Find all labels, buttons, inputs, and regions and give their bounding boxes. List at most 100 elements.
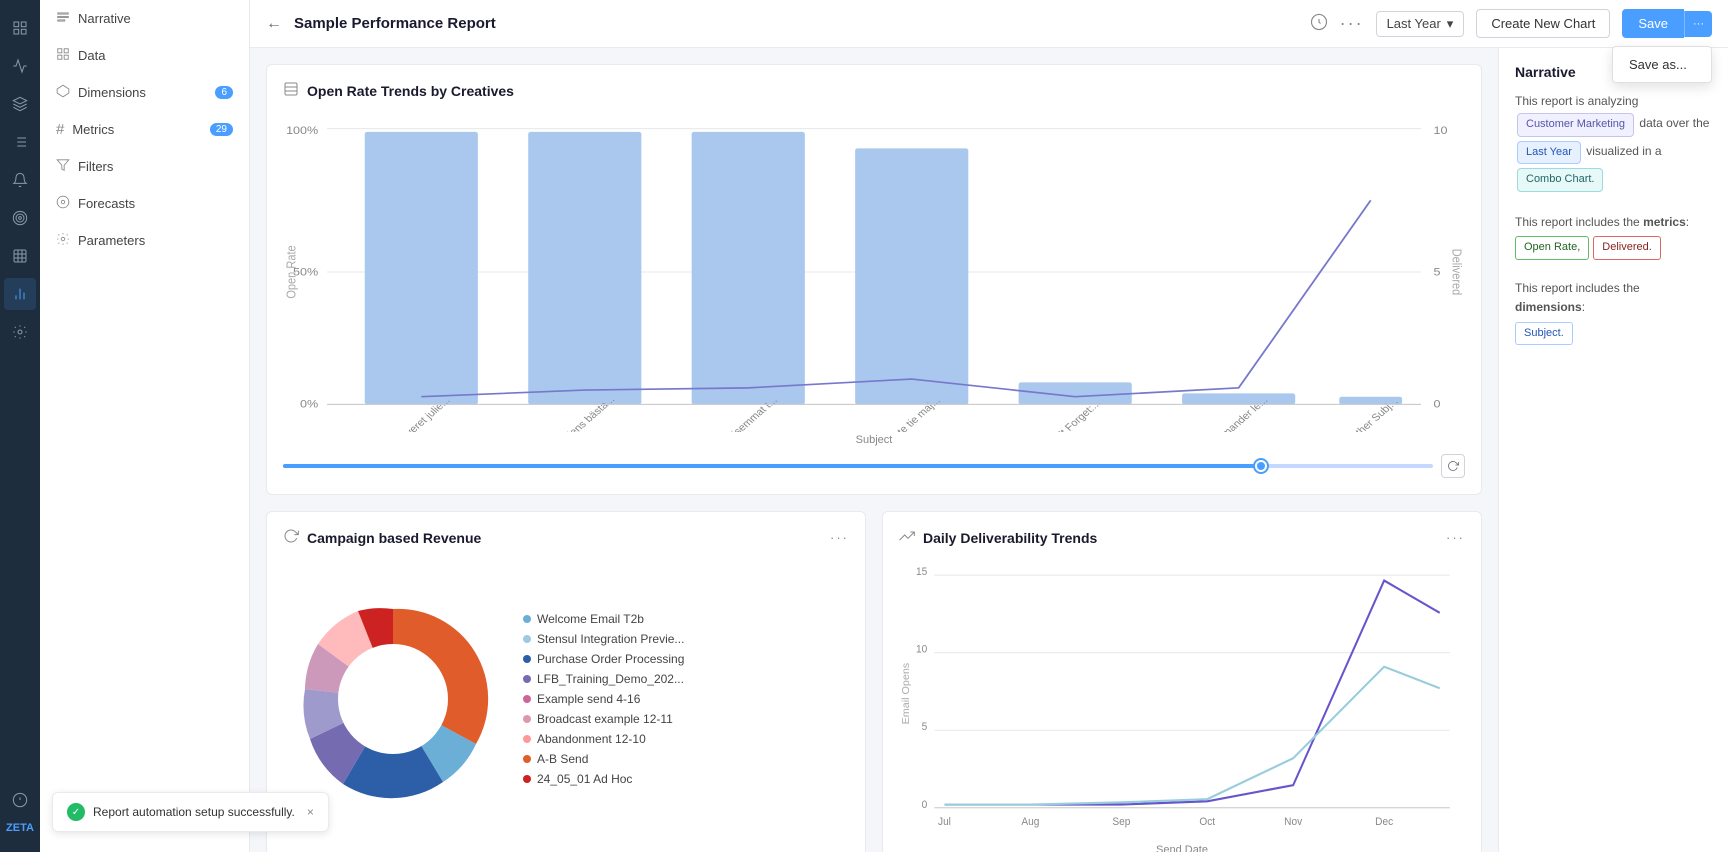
daily-deliverability-chart: 15 10 5 0 Email Opens — [899, 559, 1465, 839]
sidebar-alert-icon[interactable] — [4, 784, 36, 816]
legend-item-5: Broadcast example 12-11 — [523, 712, 684, 726]
svg-text:5: 5 — [922, 722, 928, 733]
save-more-button[interactable]: ··· — [1684, 11, 1712, 37]
date-filter-select[interactable]: Last Year ▾ — [1376, 11, 1465, 37]
legend-dot-3 — [523, 675, 531, 683]
deliverability-x-label: Send Date — [899, 844, 1465, 852]
sidebar-settings-icon[interactable] — [4, 316, 36, 348]
metrics-tags: Open Rate, Delivered. — [1515, 236, 1712, 260]
legend-label-0: Welcome Email T2b — [537, 612, 644, 626]
app-logo: ZETA — [6, 822, 34, 834]
visualized-label: visualized in a — [1586, 144, 1661, 158]
svg-text:Nov: Nov — [1284, 817, 1303, 828]
campaign-revenue-title: Campaign based Revenue — [307, 530, 481, 546]
legend-label-6: Abandonment 12-10 — [537, 732, 646, 746]
sidebar-bell-icon[interactable] — [4, 164, 36, 196]
toast-check-icon: ✓ — [67, 803, 85, 821]
metrics-label: Metrics — [72, 122, 114, 137]
svg-text:Sep: Sep — [1112, 817, 1130, 828]
sidebar-item-narrative[interactable]: Narrative — [40, 0, 249, 37]
svg-text:0%: 0% — [300, 397, 319, 410]
legend-item-2: Purchase Order Processing — [523, 652, 684, 666]
slider-thumb[interactable] — [1255, 460, 1267, 472]
save-button[interactable]: Save — [1622, 9, 1684, 38]
icon-sidebar: ZETA — [0, 0, 40, 852]
header-circle-icon[interactable] — [1310, 13, 1328, 34]
legend-item-6: Abandonment 12-10 — [523, 732, 684, 746]
legend-dot-7 — [523, 755, 531, 763]
open-rate-chart-header: Open Rate Trends by Creatives — [283, 81, 1465, 100]
sidebar-item-data[interactable]: Data — [40, 37, 249, 74]
sidebar-target-icon[interactable] — [4, 202, 36, 234]
legend-dot-6 — [523, 735, 531, 743]
svg-text:15: 15 — [916, 567, 927, 578]
metric-delivered: Delivered. — [1593, 236, 1661, 260]
toast-message: Report automation setup successfully. — [93, 805, 295, 819]
donut-svg — [283, 589, 503, 809]
save-button-group: Save ··· — [1622, 9, 1712, 38]
save-dropdown: Save as... — [1612, 46, 1712, 83]
daily-deliverability-header: Daily Deliverability Trends ··· — [899, 528, 1465, 547]
deliverability-svg: 15 10 5 0 Email Opens — [899, 559, 1465, 839]
legend-dot-1 — [523, 635, 531, 643]
slider-refresh-button[interactable] — [1441, 454, 1465, 478]
daily-deliverability-more[interactable]: ··· — [1446, 530, 1465, 545]
sidebar-grid2-icon[interactable] — [4, 240, 36, 272]
narrative-body: This report is analyzing Customer Market… — [1515, 92, 1712, 345]
save-as-button[interactable]: Save as... — [1613, 47, 1711, 82]
legend-dot-5 — [523, 715, 531, 723]
page-title: Sample Performance Report — [294, 15, 1298, 32]
campaign-revenue-more[interactable]: ··· — [830, 530, 849, 545]
open-rate-x-label: Subject — [283, 434, 1465, 446]
back-button[interactable]: ← — [266, 15, 282, 33]
legend-item-1: Stensul Integration Previe... — [523, 632, 684, 646]
svg-text:Dec: Dec — [1375, 817, 1393, 828]
sidebar-item-dimensions[interactable]: Dimensions 6 — [40, 74, 249, 111]
narrative-label: Narrative — [78, 11, 131, 26]
bottom-charts-row: Campaign based Revenue ··· — [266, 511, 1482, 852]
dimension-subject: Subject. — [1515, 322, 1573, 346]
sidebar-grid-icon[interactable] — [4, 12, 36, 44]
sidebar-item-parameters[interactable]: Parameters — [40, 222, 249, 259]
sidebar-item-filters[interactable]: Filters — [40, 148, 249, 185]
parameters-label: Parameters — [78, 233, 145, 248]
date-filter-label: Last Year — [1387, 16, 1441, 31]
legend-label-4: Example send 4-16 — [537, 692, 640, 706]
legend-item-7: A-B Send — [523, 752, 684, 766]
toast-close-button[interactable]: × — [307, 805, 314, 819]
content-area: Open Rate Trends by Creatives 100% 5 0% 0… — [250, 48, 1728, 852]
last-year-tag: Last Year — [1517, 141, 1581, 165]
sidebar-item-metrics[interactable]: # Metrics 29 — [40, 111, 249, 148]
open-rate-svg: 100% 50% 0% Open Rate 10 5 0 Delivered — [283, 112, 1465, 432]
svg-text:100%: 100% — [286, 124, 319, 137]
chart-slider — [283, 446, 1465, 478]
legend-label-3: LFB_Training_Demo_202... — [537, 672, 684, 686]
sidebar-filter-icon[interactable] — [4, 126, 36, 158]
slider-track[interactable] — [283, 464, 1433, 468]
narrative-panel: Narrative This report is analyzing Custo… — [1498, 48, 1728, 852]
legend-dot-2 — [523, 655, 531, 663]
campaign-revenue-icon — [283, 528, 299, 547]
includes-dimensions-label: This report includes the dimensions: — [1515, 281, 1640, 314]
dimensions-icon — [56, 84, 70, 101]
create-new-chart-button[interactable]: Create New Chart — [1476, 9, 1610, 38]
header-more-button[interactable]: ··· — [1340, 13, 1364, 34]
svg-text:10: 10 — [1434, 124, 1448, 137]
sidebar-layers-icon[interactable] — [4, 88, 36, 120]
svg-text:Jul: Jul — [938, 817, 951, 828]
analyzing-label: This report is analyzing — [1515, 94, 1638, 108]
sidebar-bar-chart-icon[interactable] — [4, 278, 36, 310]
svg-text:5: 5 — [1434, 265, 1441, 278]
legend-dot-4 — [523, 695, 531, 703]
svg-text:Open Rate: Open Rate — [284, 245, 299, 299]
metric-open-rate: Open Rate, — [1515, 236, 1589, 260]
campaign-revenue-card: Campaign based Revenue ··· — [266, 511, 866, 852]
legend-label-5: Broadcast example 12-11 — [537, 712, 673, 726]
svg-text:0: 0 — [922, 800, 928, 811]
sidebar-chart-icon[interactable] — [4, 50, 36, 82]
sidebar-item-forecasts[interactable]: Forecasts — [40, 185, 249, 222]
donut-legend: Welcome Email T2b Stensul Integration Pr… — [523, 612, 684, 786]
svg-text:Email Opens: Email Opens — [901, 663, 912, 725]
campaign-revenue-header: Campaign based Revenue ··· — [283, 528, 849, 547]
forecasts-icon — [56, 195, 70, 212]
